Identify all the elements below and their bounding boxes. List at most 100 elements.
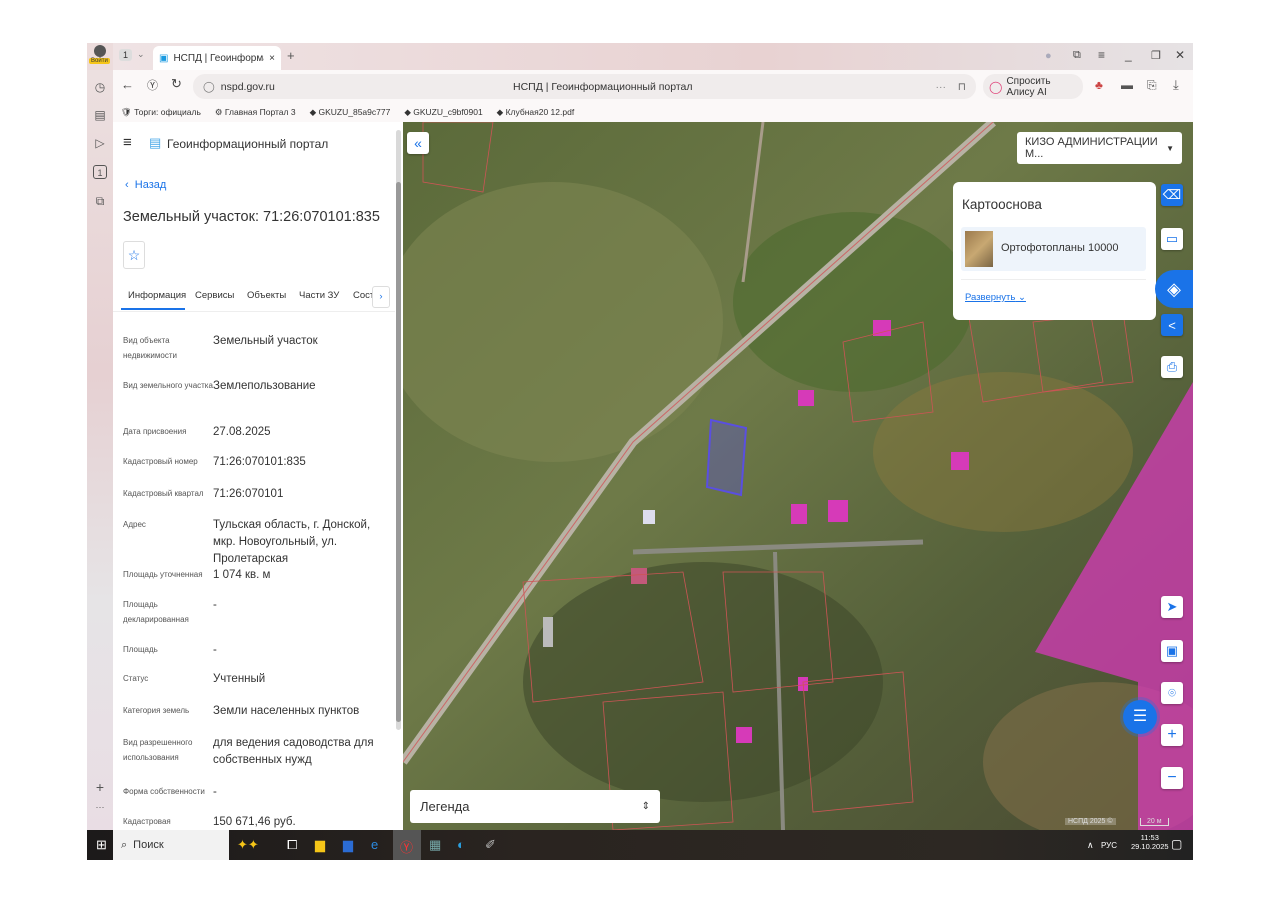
menu-icon[interactable]: ≡ <box>1098 48 1105 62</box>
field-label: Кадастровый номер <box>123 457 198 466</box>
orthophoto-thumbnail <box>965 231 993 267</box>
zoom-out-button[interactable]: − <box>1161 767 1183 789</box>
field-row: Площадь декларированная - <box>123 597 393 627</box>
share-icon[interactable]: < <box>1161 314 1183 336</box>
account-icon[interactable]: ● <box>1045 50 1052 62</box>
notifications-icon[interactable]: ▢ <box>1171 837 1182 851</box>
tabs-icon[interactable]: ⧉ <box>1073 49 1081 62</box>
field-value: 1 074 кв. м <box>213 569 271 581</box>
back-link[interactable]: ‹ Назад <box>125 179 166 191</box>
collapse-panel-button[interactable]: « <box>407 132 429 154</box>
new-tab-button[interactable]: + <box>287 48 295 63</box>
ruler-icon[interactable]: ▭ <box>1161 228 1183 250</box>
tab-services[interactable]: Сервисы <box>195 290 234 301</box>
field-row: Площадь - <box>123 642 393 659</box>
field-row: Статус Учтенный <box>123 671 393 688</box>
bookmark-item[interactable]: ⚙ Главная Портал 3 <box>215 107 296 118</box>
basemap-item[interactable]: Ортофотопланы 10000 <box>961 227 1146 271</box>
close-tab-icon[interactable]: × <box>269 53 275 64</box>
pocket-icon[interactable]: ▬ <box>1121 78 1133 92</box>
bookmark-item[interactable]: ◆ Клубная20 12.pdf <box>497 107 575 118</box>
roof <box>543 617 553 647</box>
building-marker <box>736 727 752 743</box>
field-label: Вид земельного участка <box>123 381 213 390</box>
task-view-icon[interactable]: ⧠ <box>287 837 297 853</box>
reload-icon[interactable]: ↻ <box>171 76 182 92</box>
more-icon[interactable]: ··· <box>936 81 947 93</box>
search-location-icon[interactable]: ⌾ <box>1161 682 1183 704</box>
close-window-icon[interactable]: ✕ <box>1175 48 1185 62</box>
edge-icon[interactable]: ◐ <box>457 837 465 852</box>
hamburger-icon[interactable]: ≡ <box>123 134 132 151</box>
yandex-browser-taskbar[interactable]: Ⓨ <box>393 830 421 860</box>
tab-parts[interactable]: Части ЗУ <box>299 290 339 301</box>
bookmark-item[interactable]: ◆ GKUZU_85a9c777 <box>310 107 391 118</box>
browser-sidebar: ◷ ▤ ▷ 1 ⧉ + ··· <box>87 70 113 830</box>
geolocation-icon[interactable]: ➤ <box>1161 596 1183 618</box>
tabs: Информация Сервисы Объекты Части ЗУ Сост… <box>113 282 395 312</box>
site-favicon-icon: ▣ <box>159 52 169 64</box>
login-label: Войти <box>89 58 110 64</box>
ask-alice-button[interactable]: ◯ Спросить Алису AI <box>983 74 1083 99</box>
history-icon[interactable]: ◷ <box>93 80 107 94</box>
map-view[interactable]: « КИЗО АДМИНИСТРАЦИИ М... ▼ Картооснова О… <box>403 122 1193 830</box>
copilot-icon[interactable]: ✦✦ <box>237 837 259 853</box>
avatar-icon <box>94 45 106 57</box>
chat-button[interactable]: ☰ <box>1123 700 1157 734</box>
dropdown-arrow-icon: ▼ <box>1166 143 1174 153</box>
erase-selection-icon[interactable]: ⌫ <box>1161 184 1183 206</box>
tabs-scroll-right-button[interactable]: › <box>372 286 390 308</box>
tab-objects[interactable]: Объекты <box>247 290 286 301</box>
tray-expand-icon[interactable]: ∧ <box>1087 840 1094 851</box>
field-label: Вид объекта недвижимости <box>123 336 177 360</box>
language-indicator[interactable]: РУС <box>1101 841 1117 850</box>
tabs-dropdown-icon[interactable]: ⌄ <box>137 49 145 60</box>
bookmark-item[interactable]: ◆ GKUZU_c9bf0901 <box>404 107 482 118</box>
calculator-icon[interactable]: ▦ <box>429 837 441 853</box>
minimize-icon[interactable]: _ <box>1125 48 1132 62</box>
field-label: Форма собственности <box>123 787 205 796</box>
favorite-star-button[interactable]: ☆ <box>123 241 145 269</box>
zoom-in-button[interactable]: + <box>1161 724 1183 746</box>
tool-icon[interactable]: ✐ <box>485 837 496 853</box>
explorer-icon[interactable]: ▆ <box>315 837 325 853</box>
back-icon[interactable]: ← <box>121 77 134 92</box>
reader-icon[interactable]: ⎘ <box>1147 78 1157 93</box>
expand-link[interactable]: Развернуть ⌄ <box>965 292 1026 303</box>
start-icon[interactable]: ⊞ <box>96 837 107 853</box>
legend-select[interactable]: Легенда ⇕ <box>410 790 660 823</box>
field-row: Адрес Тульская область, г. Донской, мкр. … <box>123 517 393 568</box>
restore-icon[interactable]: ❐ <box>1151 49 1161 62</box>
layers-icon[interactable]: ◈ <box>1155 270 1193 308</box>
print-icon[interactable]: ⎙ <box>1161 356 1183 378</box>
collections-icon[interactable]: ▤ <box>93 108 107 122</box>
counter-icon[interactable]: 1 <box>93 165 107 179</box>
org-select[interactable]: КИЗО АДМИНИСТРАЦИИ М... ▼ <box>1017 132 1182 164</box>
clock[interactable]: 11:53 29.10.2025 <box>1131 833 1169 851</box>
taskbar-search[interactable]: ⌕ Поиск <box>113 830 229 860</box>
screenshot-icon[interactable]: ⧉ <box>93 194 107 208</box>
more-icon[interactable]: ··· <box>93 800 107 814</box>
portal-logo-icon: ▤ <box>149 135 162 150</box>
field-label: Кадастровый квартал <box>123 489 204 498</box>
tab-information[interactable]: Информация <box>128 290 186 301</box>
tab-counter[interactable]: 1 <box>119 49 133 61</box>
minimap-icon[interactable]: ▣ <box>1161 640 1183 662</box>
yandex-icon[interactable]: Ⓨ <box>147 77 158 93</box>
play-icon[interactable]: ▷ <box>93 136 107 150</box>
tab-nspd[interactable]: ▣ НСПД | Геоинформац × <box>153 46 281 70</box>
extension-icon[interactable]: ♣ <box>1095 78 1103 92</box>
profile-button[interactable]: Войти <box>87 43 113 70</box>
bookmark-item[interactable]: 🛡 Торги: официаль <box>121 107 201 118</box>
add-icon[interactable]: + <box>93 780 107 794</box>
ie-icon[interactable]: e <box>371 837 378 852</box>
panel-scrollbar-thumb[interactable] <box>396 182 401 722</box>
bookmark-icon[interactable]: ⊓ <box>958 81 966 93</box>
url-field[interactable]: ◯ nspd.gov.ru НСПД | Геоинформационный п… <box>193 74 976 99</box>
basemap-title: Картооснова <box>962 197 1042 212</box>
field-value: Землепользование <box>213 380 316 392</box>
word-icon[interactable]: ▆ <box>343 837 353 853</box>
selected-parcel[interactable] <box>705 418 748 497</box>
download-icon[interactable]: ⤓ <box>1173 77 1179 93</box>
field-value: Тульская область, г. Донской, мкр. Новоу… <box>213 519 371 565</box>
